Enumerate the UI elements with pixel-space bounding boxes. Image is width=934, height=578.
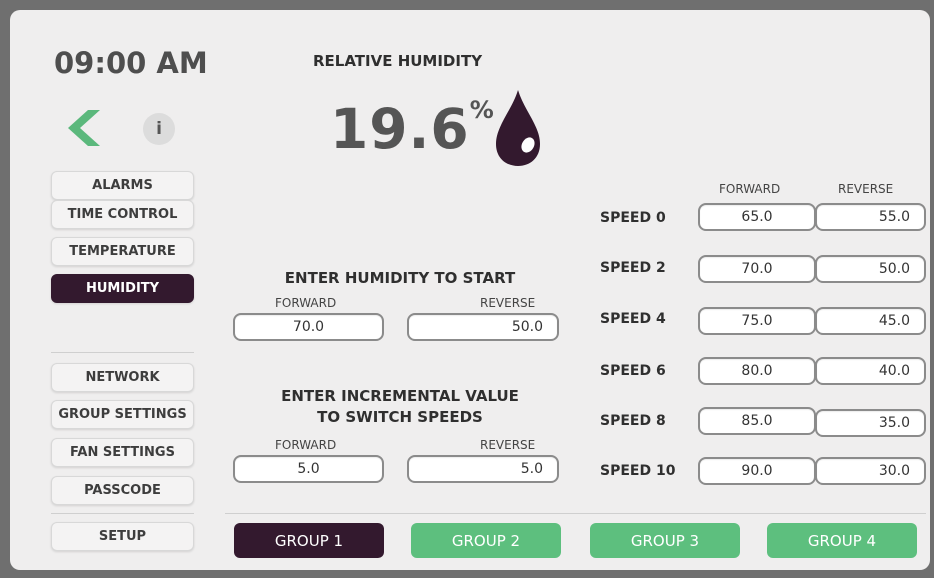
- speed-forward-header: FORWARD: [719, 182, 781, 196]
- speed-label: SPEED 6: [600, 363, 666, 379]
- speed-0-forward-input[interactable]: 65.0: [698, 203, 816, 231]
- humidity-unit: %: [469, 96, 495, 124]
- nav-setup-button[interactable]: SETUP: [51, 522, 194, 551]
- speed-10-forward-input[interactable]: 90.0: [698, 457, 816, 485]
- humidity-value: 19.6%: [330, 96, 495, 161]
- nav-time-control-button[interactable]: TIME CONTROL: [51, 200, 194, 229]
- nav-alarms-button[interactable]: ALARMS: [51, 171, 194, 200]
- speed-8-forward-input[interactable]: 85.0: [698, 407, 816, 435]
- increment-reverse-input[interactable]: 5.0: [407, 455, 559, 483]
- increment-forward-label: FORWARD: [275, 438, 337, 452]
- speed-label: SPEED 10: [600, 463, 676, 479]
- water-drop-icon: [496, 90, 540, 166]
- speed-label: SPEED 0: [600, 210, 666, 226]
- info-button[interactable]: i: [143, 113, 175, 145]
- clock: 09:00 AM: [54, 46, 208, 80]
- speed-4-reverse-input[interactable]: 45.0: [815, 307, 926, 335]
- speed-6-reverse-input[interactable]: 40.0: [815, 357, 926, 385]
- speed-0-reverse-input[interactable]: 55.0: [815, 203, 926, 231]
- back-arrow-icon[interactable]: [62, 108, 102, 148]
- speed-8-reverse-input[interactable]: 35.0: [815, 409, 926, 437]
- humidity-number: 19.6: [330, 97, 470, 161]
- speed-6-forward-input[interactable]: 80.0: [698, 357, 816, 385]
- start-title: ENTER HUMIDITY TO START: [284, 269, 516, 287]
- nav-divider: [51, 352, 194, 353]
- increment-forward-input[interactable]: 5.0: [233, 455, 384, 483]
- start-forward-label: FORWARD: [275, 296, 337, 310]
- group-divider: [225, 513, 926, 514]
- increment-title-line2: TO SWITCH SPEEDS: [317, 408, 483, 426]
- start-reverse-input[interactable]: 50.0: [407, 313, 559, 341]
- relative-humidity-title: RELATIVE HUMIDITY: [313, 52, 483, 70]
- group-4-button[interactable]: GROUP 4: [767, 523, 917, 558]
- nav-fan-settings-button[interactable]: FAN SETTINGS: [51, 438, 194, 467]
- increment-reverse-label: REVERSE: [480, 438, 536, 452]
- screen: 09:00 AM i ALARMS TIME CONTROL TEMPERATU…: [10, 10, 930, 570]
- speed-4-forward-input[interactable]: 75.0: [698, 307, 816, 335]
- increment-title-line1: ENTER INCREMENTAL VALUE: [281, 387, 519, 405]
- nav-network-button[interactable]: NETWORK: [51, 363, 194, 392]
- speed-reverse-header: REVERSE: [838, 182, 894, 196]
- group-2-button[interactable]: GROUP 2: [411, 523, 561, 558]
- start-reverse-label: REVERSE: [480, 296, 536, 310]
- speed-label: SPEED 8: [600, 413, 666, 429]
- speed-label: SPEED 2: [600, 260, 666, 276]
- nav-group-settings-button[interactable]: GROUP SETTINGS: [51, 400, 194, 429]
- nav-temperature-button[interactable]: TEMPERATURE: [51, 237, 194, 266]
- speed-label: SPEED 4: [600, 311, 666, 327]
- group-3-button[interactable]: GROUP 3: [590, 523, 740, 558]
- nav-humidity-button[interactable]: HUMIDITY: [51, 274, 194, 303]
- nav-divider-bottom: [51, 513, 194, 514]
- speed-2-reverse-input[interactable]: 50.0: [815, 255, 926, 283]
- start-forward-input[interactable]: 70.0: [233, 313, 384, 341]
- speed-10-reverse-input[interactable]: 30.0: [815, 457, 926, 485]
- group-1-button[interactable]: GROUP 1: [234, 523, 384, 558]
- nav-passcode-button[interactable]: PASSCODE: [51, 476, 194, 505]
- speed-2-forward-input[interactable]: 70.0: [698, 255, 816, 283]
